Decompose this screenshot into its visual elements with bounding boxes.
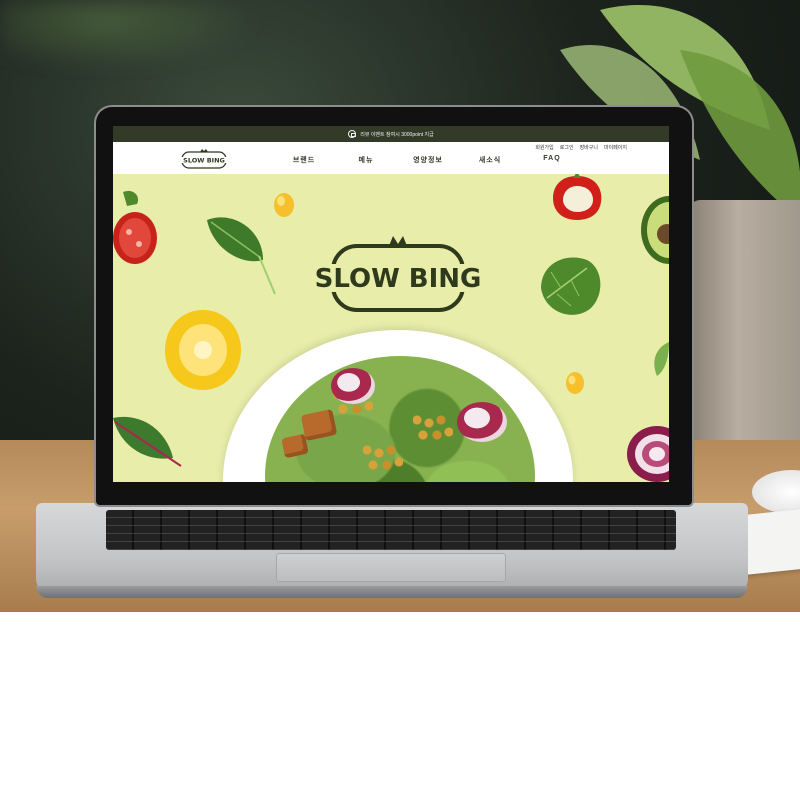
- plant-pot: [690, 200, 800, 475]
- mypage-link[interactable]: 마이페이지: [604, 144, 627, 151]
- nav-item-nutrition[interactable]: 영양정보: [397, 155, 459, 165]
- signup-link[interactable]: 회원가입: [535, 144, 553, 151]
- login-link[interactable]: 로그인: [560, 144, 574, 151]
- nav-item-faq[interactable]: FAQ: [521, 155, 583, 165]
- main-nav: 브랜드 메뉴 영양정보 새소식 FAQ: [273, 155, 583, 165]
- corn-kernel-image-2: [566, 372, 584, 394]
- radicchio: [457, 402, 507, 442]
- cart-link[interactable]: 장바구니: [580, 144, 598, 151]
- nav-logo-text: SLOW BING: [183, 157, 225, 165]
- hero-logo-text: SLOW BING: [315, 264, 482, 294]
- gift-icon: [348, 130, 357, 138]
- utility-links: 회원가입 로그인 장바구니 마이페이지: [535, 144, 627, 151]
- keyboard-rows: [106, 510, 676, 550]
- beet-leaf-image: [113, 416, 182, 467]
- yellow-pepper-slice-image: [165, 310, 241, 390]
- hero-section: SLOW BING: [113, 174, 669, 482]
- tomato-logo-icon: [200, 149, 208, 152]
- spinach-leaf-image: [207, 217, 276, 295]
- site-navbar: 회원가입 로그인 장바구니 마이페이지 SLOW BING 브랜드 메뉴 영양정…: [113, 142, 669, 174]
- laptop-base-edge: [36, 586, 748, 598]
- radicchio: [331, 368, 375, 404]
- lettuce-leaf-image: [541, 257, 601, 315]
- nav-item-news[interactable]: 새소식: [459, 155, 521, 165]
- promo-topbar: 리뷰 이벤트 참여시 3000point 지급: [113, 126, 669, 142]
- corn-kernel-image: [274, 193, 294, 217]
- lentils: [363, 444, 403, 474]
- nav-item-menu[interactable]: 메뉴: [335, 155, 397, 165]
- trackpad: [276, 553, 506, 582]
- nav-item-brand[interactable]: 브랜드: [273, 155, 335, 165]
- laptop-screen: 리뷰 이벤트 참여시 3000point 지급 회원가입 로그인 장바구니 마이…: [113, 126, 669, 482]
- tomato-slice-image: [113, 190, 157, 264]
- avocado-half-image: [641, 196, 669, 264]
- promo-banner-text[interactable]: 리뷰 이벤트 참여시 3000point 지급: [360, 131, 434, 138]
- site-logo[interactable]: SLOW BING: [178, 148, 230, 170]
- hero-logo: SLOW BING: [315, 236, 482, 312]
- red-onion-image: [627, 426, 669, 482]
- blurred-foliage: [0, 0, 260, 70]
- leaf-edge-image: [654, 342, 669, 376]
- lentils: [413, 414, 453, 444]
- red-pepper-ring-image: [553, 174, 602, 220]
